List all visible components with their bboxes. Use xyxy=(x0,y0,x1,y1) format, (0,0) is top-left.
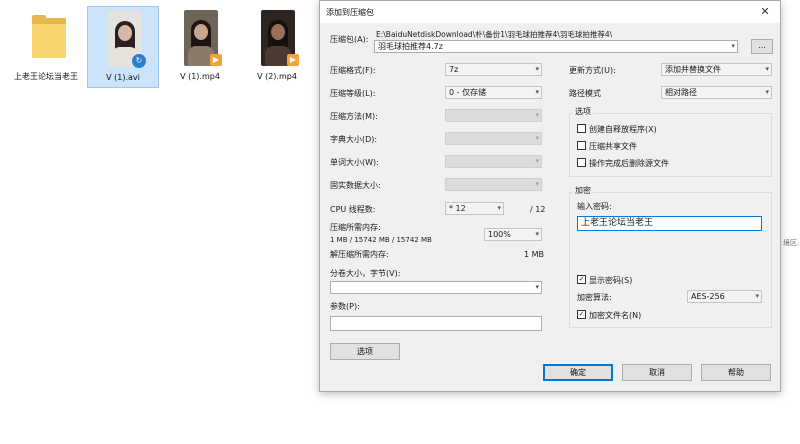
chevron-down-icon: ▾ xyxy=(765,88,769,96)
decomp-label: 解压缩所需内存: xyxy=(330,250,389,259)
dict-label: 字典大小(D): xyxy=(330,135,378,144)
chevron-down-icon: ▾ xyxy=(535,111,539,119)
chevron-down-icon: ▾ xyxy=(535,283,539,291)
clipped-text: 境区. xyxy=(783,239,800,247)
desktop-file-mp4-1[interactable]: ▶ V (1).mp4 xyxy=(164,6,236,88)
params-input[interactable] xyxy=(330,316,542,331)
level-label: 压缩等级(L): xyxy=(330,89,376,98)
archive-name-input[interactable]: 羽毛球拍推荐4.7z ▾ xyxy=(374,40,738,53)
mem-percent-select[interactable]: 100% ▾ xyxy=(484,228,542,241)
file-name: V (1).avi xyxy=(106,73,140,82)
solid-select[interactable]: ▾ xyxy=(445,178,542,191)
file-name: V (2).mp4 xyxy=(257,72,297,81)
play-icon: ▶ xyxy=(210,54,222,66)
desktop-folder[interactable]: 上老王论坛当老王 xyxy=(10,6,82,88)
shared-files-checkbox[interactable]: 压缩共享文件 xyxy=(577,141,637,152)
split-label: 分卷大小，字节(V): xyxy=(330,269,401,278)
chevron-down-icon: ▾ xyxy=(497,204,501,212)
show-password-checkbox[interactable]: ✓ 显示密码(S) xyxy=(577,275,632,286)
method-label: 压缩方法(M): xyxy=(330,112,378,121)
file-name: 上老王论坛当老王 xyxy=(14,72,78,81)
desktop: 上老王论坛当老王 ↻ V (1).avi ▶ V (1).mp4 ▶ V (2)… xyxy=(0,0,800,444)
help-button[interactable]: 帮助 xyxy=(701,364,771,381)
threads-label: CPU 线程数: xyxy=(330,205,376,214)
options-group-title: 选项 xyxy=(573,107,593,117)
update-label: 更新方式(U): xyxy=(569,66,616,75)
archive-label: 压缩包(A): xyxy=(330,35,369,44)
format-label: 压缩格式(F): xyxy=(330,66,376,75)
path-label: 路径模式 xyxy=(569,89,601,98)
decomp-value: 1 MB xyxy=(524,250,545,259)
encryption-group-title: 加密 xyxy=(573,186,593,196)
word-label: 单词大小(W): xyxy=(330,158,379,167)
password-input[interactable]: 上老王论坛当老王 xyxy=(577,216,762,231)
format-select[interactable]: 7z ▾ xyxy=(445,63,542,76)
chevron-down-icon: ▾ xyxy=(755,292,759,300)
algo-select[interactable]: AES-256 ▾ xyxy=(687,290,762,303)
solid-label: 固实数据大小: xyxy=(330,181,381,190)
title-bar: 添加到压缩包 ✕ xyxy=(320,1,780,23)
word-select[interactable]: ▾ xyxy=(445,155,542,168)
chevron-down-icon: ▾ xyxy=(535,180,539,188)
archive-path: E:\BaiduNetdiskDownload\朴\备份1\羽毛球拍推荐4\羽毛… xyxy=(376,30,613,39)
method-select[interactable]: ▾ xyxy=(445,109,542,122)
close-icon[interactable]: ✕ xyxy=(750,1,780,23)
dialog-title: 添加到压缩包 xyxy=(326,8,374,17)
chevron-down-icon: ▾ xyxy=(535,65,539,73)
chevron-down-icon: ▾ xyxy=(765,65,769,73)
ok-button[interactable]: 确定 xyxy=(543,364,613,381)
file-name: V (1).mp4 xyxy=(180,72,220,81)
add-to-archive-dialog: 添加到压缩包 ✕ 压缩包(A): E:\BaiduNetdiskDownload… xyxy=(319,0,781,392)
chevron-down-icon: ▾ xyxy=(731,42,735,50)
level-select[interactable]: 0 - 仅存储 ▾ xyxy=(445,86,542,99)
cancel-button[interactable]: 取消 xyxy=(622,364,692,381)
mem-label: 压缩所需内存: xyxy=(330,223,381,232)
split-size-input[interactable]: ▾ xyxy=(330,281,542,294)
mem-detail: 1 MB / 15742 MB / 15742 MB xyxy=(330,236,432,244)
threads-max: / 12 xyxy=(530,205,546,214)
chevron-down-icon: ▾ xyxy=(535,230,539,238)
desktop-file-avi[interactable]: ↻ V (1).avi xyxy=(87,6,159,88)
delete-after-checkbox[interactable]: 操作完成后删除源文件 xyxy=(577,158,669,169)
encryption-group xyxy=(569,192,772,328)
algo-label: 加密算法: xyxy=(577,293,612,302)
chevron-down-icon: ▾ xyxy=(535,157,539,165)
update-mode-select[interactable]: 添加并替换文件 ▾ xyxy=(661,63,772,76)
password-label: 输入密码: xyxy=(577,202,612,211)
play-icon: ▶ xyxy=(287,54,299,66)
threads-select[interactable]: * 12 ▾ xyxy=(445,202,504,215)
encrypt-names-checkbox[interactable]: ✓ 加密文件名(N) xyxy=(577,310,641,321)
browse-button[interactable]: ... xyxy=(751,39,773,54)
desktop-file-mp4-2[interactable]: ▶ V (2).mp4 xyxy=(241,6,313,88)
sync-icon: ↻ xyxy=(132,54,146,68)
options-button[interactable]: 选项 xyxy=(330,343,400,360)
chevron-down-icon: ▾ xyxy=(535,134,539,142)
sfx-checkbox[interactable]: 创建自释放程序(X) xyxy=(577,124,657,135)
path-mode-select[interactable]: 相对路径 ▾ xyxy=(661,86,772,99)
params-label: 参数(P): xyxy=(330,302,360,311)
dict-select[interactable]: ▾ xyxy=(445,132,542,145)
chevron-down-icon: ▾ xyxy=(535,88,539,96)
